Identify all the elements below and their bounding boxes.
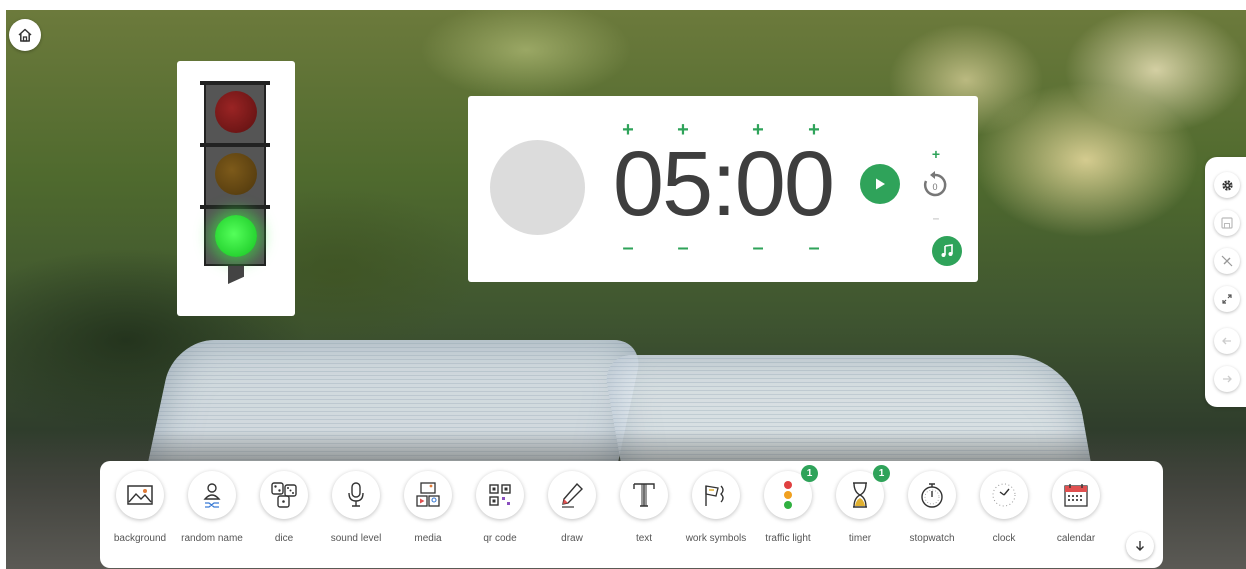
- fullscreen-icon: [1222, 294, 1232, 304]
- play-button[interactable]: [860, 164, 900, 204]
- traffic-light-widget[interactable]: [177, 61, 295, 316]
- minutes-ones-minus[interactable]: –: [673, 238, 693, 258]
- dock-label: clock: [992, 533, 1016, 544]
- dock-item-timer[interactable]: 1 timer: [824, 465, 896, 544]
- sound-button[interactable]: [932, 236, 962, 266]
- hourglass-icon: [853, 482, 867, 508]
- dock-label: sound level: [330, 533, 382, 544]
- play-icon: [876, 178, 885, 190]
- svg-text:0: 0: [932, 182, 937, 192]
- media-icon: [416, 482, 440, 507]
- random-person-icon: [203, 483, 221, 508]
- minutes-tens-minus[interactable]: –: [618, 238, 638, 258]
- dock-label: text: [635, 533, 653, 544]
- dock-item-stopwatch[interactable]: stopwatch: [896, 471, 968, 544]
- forward-arrow-icon: [1223, 375, 1232, 383]
- home-icon: [18, 28, 32, 42]
- dice-icon: [271, 482, 297, 508]
- microphone-icon: [348, 482, 364, 507]
- save-icon: [1221, 217, 1233, 229]
- timer-progress-circle: [490, 140, 585, 235]
- dock-item-calendar[interactable]: calendar: [1040, 471, 1112, 544]
- dock-label: qr code: [483, 533, 517, 544]
- redo-button[interactable]: [1214, 366, 1240, 392]
- dock-item-text[interactable]: text: [608, 471, 680, 544]
- dock-item-random-name[interactable]: random name: [176, 471, 248, 544]
- work-symbols-icon: [705, 485, 724, 506]
- traffic-light: [200, 81, 270, 266]
- dock-item-background[interactable]: background: [104, 471, 176, 544]
- fullscreen-button[interactable]: [1214, 286, 1240, 312]
- seconds-ones-minus[interactable]: –: [804, 238, 824, 258]
- repeat-minus[interactable]: –: [926, 208, 946, 228]
- reset-icon[interactable]: 0: [920, 168, 950, 202]
- text-icon: [633, 483, 655, 507]
- dock-label: dice: [274, 533, 294, 544]
- clock-icon: [992, 483, 1016, 507]
- green-lamp[interactable]: [215, 215, 257, 257]
- gear-icon: [1221, 179, 1233, 191]
- timer-display: 05:00: [612, 133, 835, 235]
- dock-item-dice[interactable]: dice: [248, 471, 320, 544]
- dock-label: background: [113, 533, 167, 544]
- seconds-tens-minus[interactable]: –: [748, 238, 768, 258]
- widget-count-badge: 1: [873, 465, 890, 482]
- undo-button[interactable]: [1214, 328, 1240, 354]
- dock-item-clock[interactable]: clock: [968, 471, 1040, 544]
- widget-count-badge: 1: [801, 465, 818, 482]
- dock-item-sound-level[interactable]: sound level: [320, 471, 392, 544]
- side-toolbar: [1205, 157, 1246, 407]
- dock-label: work symbols: [685, 533, 747, 544]
- stopwatch-icon: [921, 483, 943, 508]
- dock-label: traffic light: [765, 533, 811, 544]
- dock-item-draw[interactable]: draw: [536, 471, 608, 544]
- red-lamp[interactable]: [215, 91, 257, 133]
- dock-item-qr-code[interactable]: qr code: [464, 471, 536, 544]
- repeat-plus[interactable]: +: [926, 144, 946, 164]
- dock-item-media[interactable]: media: [392, 471, 464, 544]
- down-arrow-icon: [1136, 541, 1144, 551]
- back-arrow-icon: [1222, 337, 1231, 345]
- dock-label: random name: [181, 533, 243, 544]
- settings-button[interactable]: [1214, 172, 1240, 198]
- disable-draw-button[interactable]: [1214, 248, 1240, 274]
- dock-label: media: [414, 533, 442, 544]
- image-icon: [127, 485, 153, 505]
- calendar-icon: [1064, 484, 1088, 507]
- save-button[interactable]: [1214, 210, 1240, 236]
- home-button[interactable]: [9, 19, 41, 51]
- traffic-light-icon: [784, 481, 792, 509]
- no-draw-icon: [1221, 255, 1233, 267]
- collapse-dock-button[interactable]: [1126, 532, 1154, 560]
- dock-label: calendar: [1056, 533, 1096, 544]
- traffic-light-pole: [228, 266, 244, 284]
- dock-item-work-symbols[interactable]: work symbols: [680, 471, 752, 544]
- amber-lamp[interactable]: [215, 153, 257, 195]
- pencil-icon: [562, 482, 583, 508]
- dock-label: timer: [848, 533, 872, 544]
- widget-dock: background random name dice sound level …: [100, 461, 1163, 568]
- dock-item-traffic-light[interactable]: 1 traffic light: [752, 465, 824, 544]
- music-note-icon: [941, 244, 953, 257]
- timer-widget[interactable]: + + + + 05:00 – – – – + 0 –: [468, 96, 978, 282]
- dock-label: stopwatch: [909, 533, 955, 544]
- qr-code-icon: [489, 484, 511, 506]
- dock-label: draw: [561, 533, 583, 544]
